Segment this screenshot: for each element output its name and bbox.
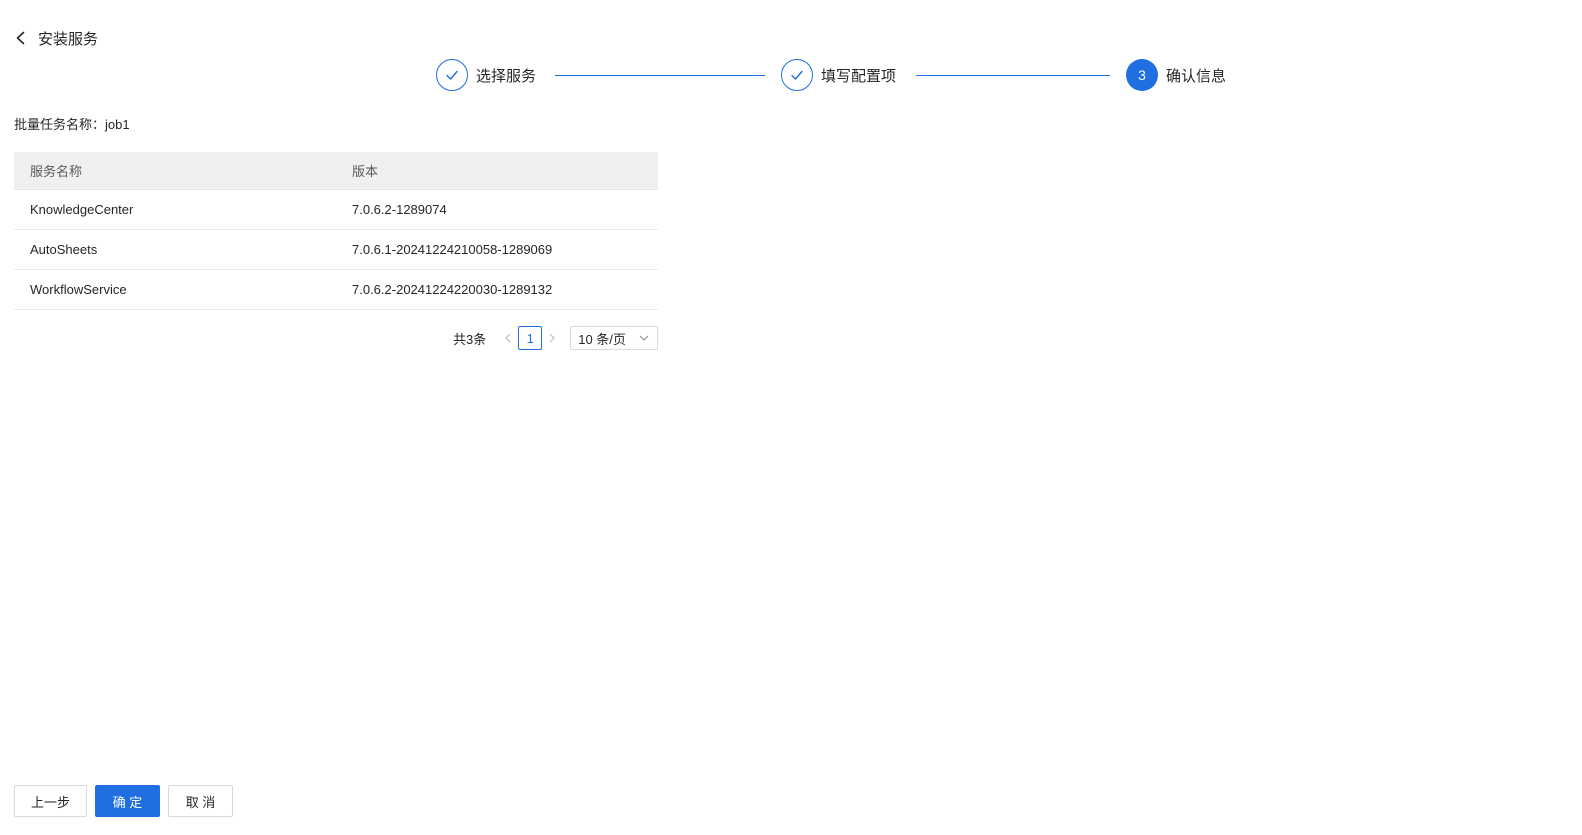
step-connector	[916, 75, 1110, 76]
version-cell: 7.0.6.1-20241224210058-1289069	[352, 242, 553, 257]
version-cell: 7.0.6.2-1289074	[352, 202, 447, 217]
column-header-service-name: 服务名称	[30, 164, 83, 179]
pagination: 共3条 1 10 条/页	[453, 326, 659, 350]
page-title: 安装服务	[38, 30, 99, 48]
page-number-button[interactable]: 1	[518, 326, 543, 350]
chevron-left-icon	[16, 31, 25, 45]
pagination-total: 共3条	[453, 331, 487, 347]
footer-actions: 上一步 确 定 取 消	[14, 785, 241, 817]
step-label: 选择服务	[476, 67, 537, 85]
prev-page-button[interactable]	[500, 326, 516, 350]
table-row: AutoSheets 7.0.6.1-20241224210058-128906…	[14, 230, 658, 270]
steps: 选择服务 填写配置项 3 确认信息	[436, 59, 1236, 93]
service-name-cell: KnowledgeCenter	[30, 202, 134, 217]
column-header-version: 版本	[352, 164, 379, 179]
page-size-select[interactable]: 10 条/页	[570, 326, 659, 350]
table-header: 服务名称 版本	[14, 152, 658, 190]
check-icon	[446, 70, 458, 80]
step-label: 填写配置项	[821, 67, 897, 85]
step-fill-config: 填写配置项	[781, 59, 896, 91]
table-row: WorkflowService 7.0.6.2-20241224220030-1…	[14, 270, 658, 310]
step-done-circle	[436, 59, 468, 91]
service-name-cell: WorkflowService	[30, 282, 127, 297]
install-service-page: 安装服务 选择服务 填写配置项 3 确认信息 批量任务名称：job1 服务名称 …	[0, 0, 1582, 835]
step-number-circle: 3	[1126, 59, 1158, 91]
confirm-button[interactable]: 确 定	[95, 785, 160, 817]
check-icon	[791, 70, 803, 80]
service-table: 服务名称 版本 KnowledgeCenter 7.0.6.2-1289074 …	[14, 152, 658, 310]
step-confirm-info: 3 确认信息	[1126, 59, 1226, 91]
step-connector	[555, 75, 765, 76]
chevron-down-icon	[639, 335, 649, 341]
batch-job-label: 批量任务名称：	[14, 117, 106, 132]
version-cell: 7.0.6.2-20241224220030-1289132	[352, 282, 553, 297]
cancel-button[interactable]: 取 消	[168, 785, 233, 817]
batch-job-name: 批量任务名称：job1	[14, 114, 130, 133]
prev-step-button[interactable]: 上一步	[14, 785, 87, 817]
table-row: KnowledgeCenter 7.0.6.2-1289074	[14, 190, 658, 230]
chevron-right-icon	[549, 333, 556, 343]
step-label: 确认信息	[1166, 67, 1227, 85]
batch-job-value: job1	[105, 117, 130, 132]
back-button[interactable]: 安装服务	[14, 26, 98, 50]
next-page-button[interactable]	[544, 326, 560, 350]
page-size-value: 10 条/页	[578, 331, 626, 347]
chevron-left-icon	[505, 333, 511, 343]
step-done-circle	[781, 59, 813, 91]
service-name-cell: AutoSheets	[30, 242, 98, 257]
step-select-service: 选择服务	[436, 59, 536, 91]
